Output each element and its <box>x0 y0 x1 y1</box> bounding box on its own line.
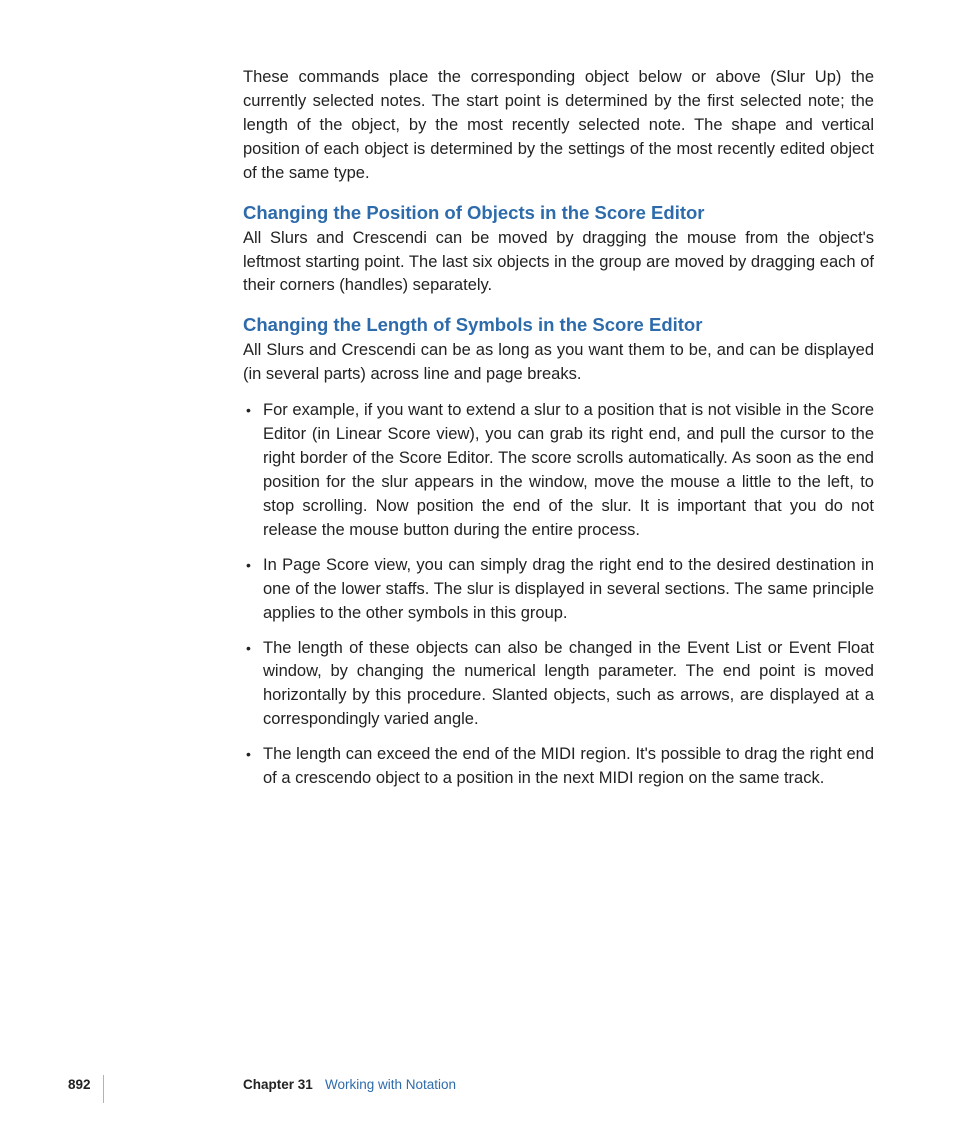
list-item: The length of these objects can also be … <box>243 637 874 733</box>
section-heading-position: Changing the Position of Objects in the … <box>243 202 874 224</box>
page-footer: 892 Chapter 31 Working with Notation <box>0 1077 954 1097</box>
chapter-title: Working with Notation <box>325 1077 456 1092</box>
list-item: For example, if you want to extend a slu… <box>243 399 874 543</box>
footer-rule <box>103 1075 104 1103</box>
section1-paragraph: All Slurs and Crescendi can be moved by … <box>243 227 874 299</box>
bullet-list: For example, if you want to extend a slu… <box>243 399 874 791</box>
section2-paragraph: All Slurs and Crescendi can be as long a… <box>243 339 874 387</box>
page: These commands place the corresponding o… <box>0 0 954 1145</box>
list-item: The length can exceed the end of the MID… <box>243 743 874 791</box>
page-number: 892 <box>68 1077 91 1092</box>
section-heading-length: Changing the Length of Symbols in the Sc… <box>243 314 874 336</box>
chapter-label: Chapter 31 <box>243 1077 313 1092</box>
intro-paragraph: These commands place the corresponding o… <box>243 66 874 186</box>
list-item: In Page Score view, you can simply drag … <box>243 554 874 626</box>
